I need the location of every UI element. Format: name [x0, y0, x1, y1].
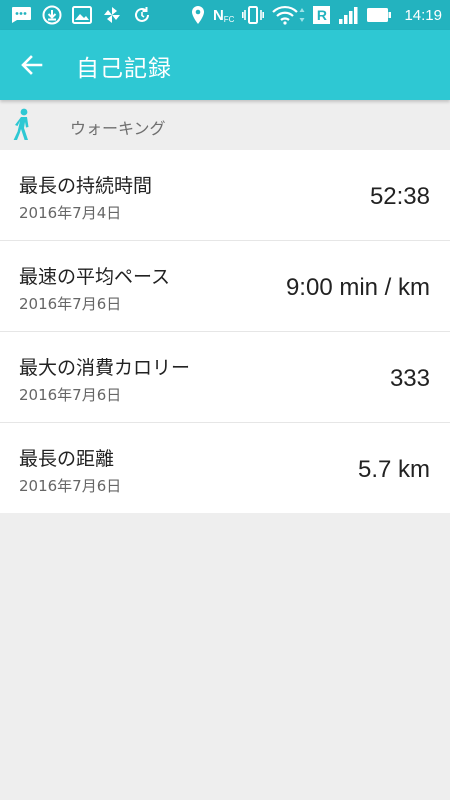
battery-icon [366, 6, 392, 24]
wifi-icon [272, 5, 305, 25]
record-date: 2016年7月4日 [19, 204, 122, 222]
record-row-longest-distance[interactable]: 最長の距離 2016年7月6日 5.7 km [0, 423, 450, 513]
category-label: ウォーキング [70, 119, 166, 138]
arrow-left-icon [21, 55, 43, 75]
category-header: ウォーキング [0, 100, 450, 150]
page-title: 自己記録 [76, 56, 172, 82]
record-title: 最速の平均ペース [19, 266, 171, 288]
record-date: 2016年7月6日 [19, 295, 122, 313]
messages-icon [10, 6, 32, 24]
record-row-fastest-pace[interactable]: 最速の平均ペース 2016年7月6日 9:00 min / km [0, 241, 450, 332]
download-icon [42, 5, 62, 25]
app-bar: 自己記録 [0, 30, 450, 100]
record-value: 52:38 [369, 183, 430, 210]
status-bar: N FC R 14:19 [0, 0, 450, 30]
records-list: 最長の持続時間 2016年7月4日 52:38 最速の平均ペース 2016年7月… [0, 150, 450, 513]
record-value: 333 [389, 365, 430, 392]
record-date: 2016年7月6日 [19, 477, 122, 495]
screen: N FC R 14:19 自己記録 ウォーキング 最長の持続時間 2016年7月… [0, 0, 450, 800]
signal-icon [338, 5, 358, 25]
clock: 14:19 [404, 6, 442, 24]
record-value: 5.7 km [357, 456, 430, 483]
record-date: 2016年7月6日 [19, 386, 122, 404]
nfc-icon: N FC [212, 6, 235, 24]
record-row-longest-duration[interactable]: 最長の持続時間 2016年7月4日 52:38 [0, 150, 450, 241]
notification-icons [10, 4, 162, 26]
pinwheel-icon [102, 5, 122, 25]
sync-icon [132, 5, 152, 25]
system-icons: N FC R 14:19 [183, 4, 442, 26]
walking-person-icon [13, 108, 29, 140]
record-value: 9:00 min / km [285, 274, 430, 301]
roaming-r-icon: R [313, 6, 331, 24]
record-title: 最長の距離 [19, 448, 115, 470]
record-title: 最長の持続時間 [19, 175, 153, 197]
record-title: 最大の消費カロリー [19, 357, 191, 379]
image-icon [72, 6, 92, 24]
location-icon [191, 5, 205, 25]
record-row-max-calories[interactable]: 最大の消費カロリー 2016年7月6日 333 [0, 332, 450, 423]
back-button[interactable] [18, 52, 46, 78]
vibrate-icon [242, 5, 265, 25]
